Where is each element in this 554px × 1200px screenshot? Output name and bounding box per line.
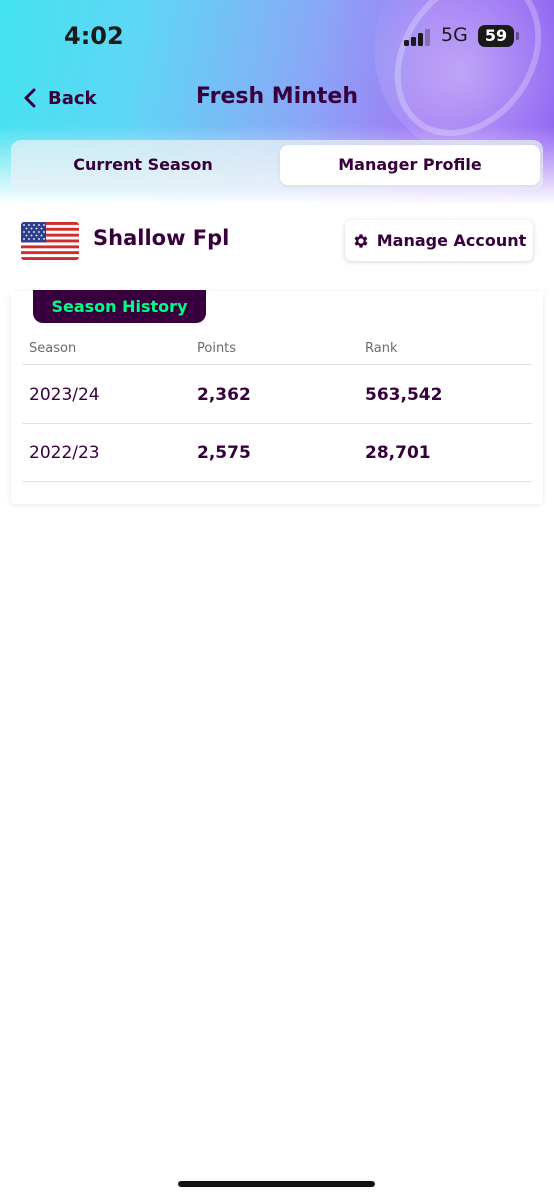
season-cell: 2022/23 [29,443,100,463]
table-row: 2022/23 2,575 28,701 [22,423,532,482]
signal-icon [404,28,434,46]
network-label: 5G [441,24,468,46]
manage-account-label: Manage Account [376,231,527,250]
column-header-rank: Rank [365,341,398,356]
tab-current-season[interactable]: Current Season [15,145,271,185]
status-bar: 4:02 5G 59 [0,0,554,70]
home-indicator[interactable] [178,1181,375,1187]
column-header-points: Points [197,341,237,356]
rank-cell: 563,542 [365,385,443,405]
battery-icon: 59 [478,25,514,47]
manage-account-button[interactable]: Manage Account [345,220,533,261]
rank-cell: 28,701 [365,443,431,463]
us-flag-icon [21,222,79,260]
chevron-left-icon [24,88,36,108]
season-cell: 2023/24 [29,385,100,405]
segmented-tabs: Current Season Manager Profile [11,140,543,190]
team-name: Shallow Fpl [93,226,230,250]
column-header-season: Season [29,341,77,356]
battery-tip [516,32,519,40]
table-row: 2023/24 2,362 563,542 [22,365,532,424]
season-history-title: Season History [33,290,206,323]
status-time: 4:02 [64,22,124,50]
tab-manager-profile[interactable]: Manager Profile [280,145,540,185]
points-cell: 2,575 [197,443,251,463]
season-history-card: Season History Season Points Rank 2023/2… [11,290,543,504]
gear-icon [354,233,368,248]
back-button[interactable]: Back [20,84,97,112]
points-cell: 2,362 [197,385,251,405]
back-label: Back [48,87,97,109]
